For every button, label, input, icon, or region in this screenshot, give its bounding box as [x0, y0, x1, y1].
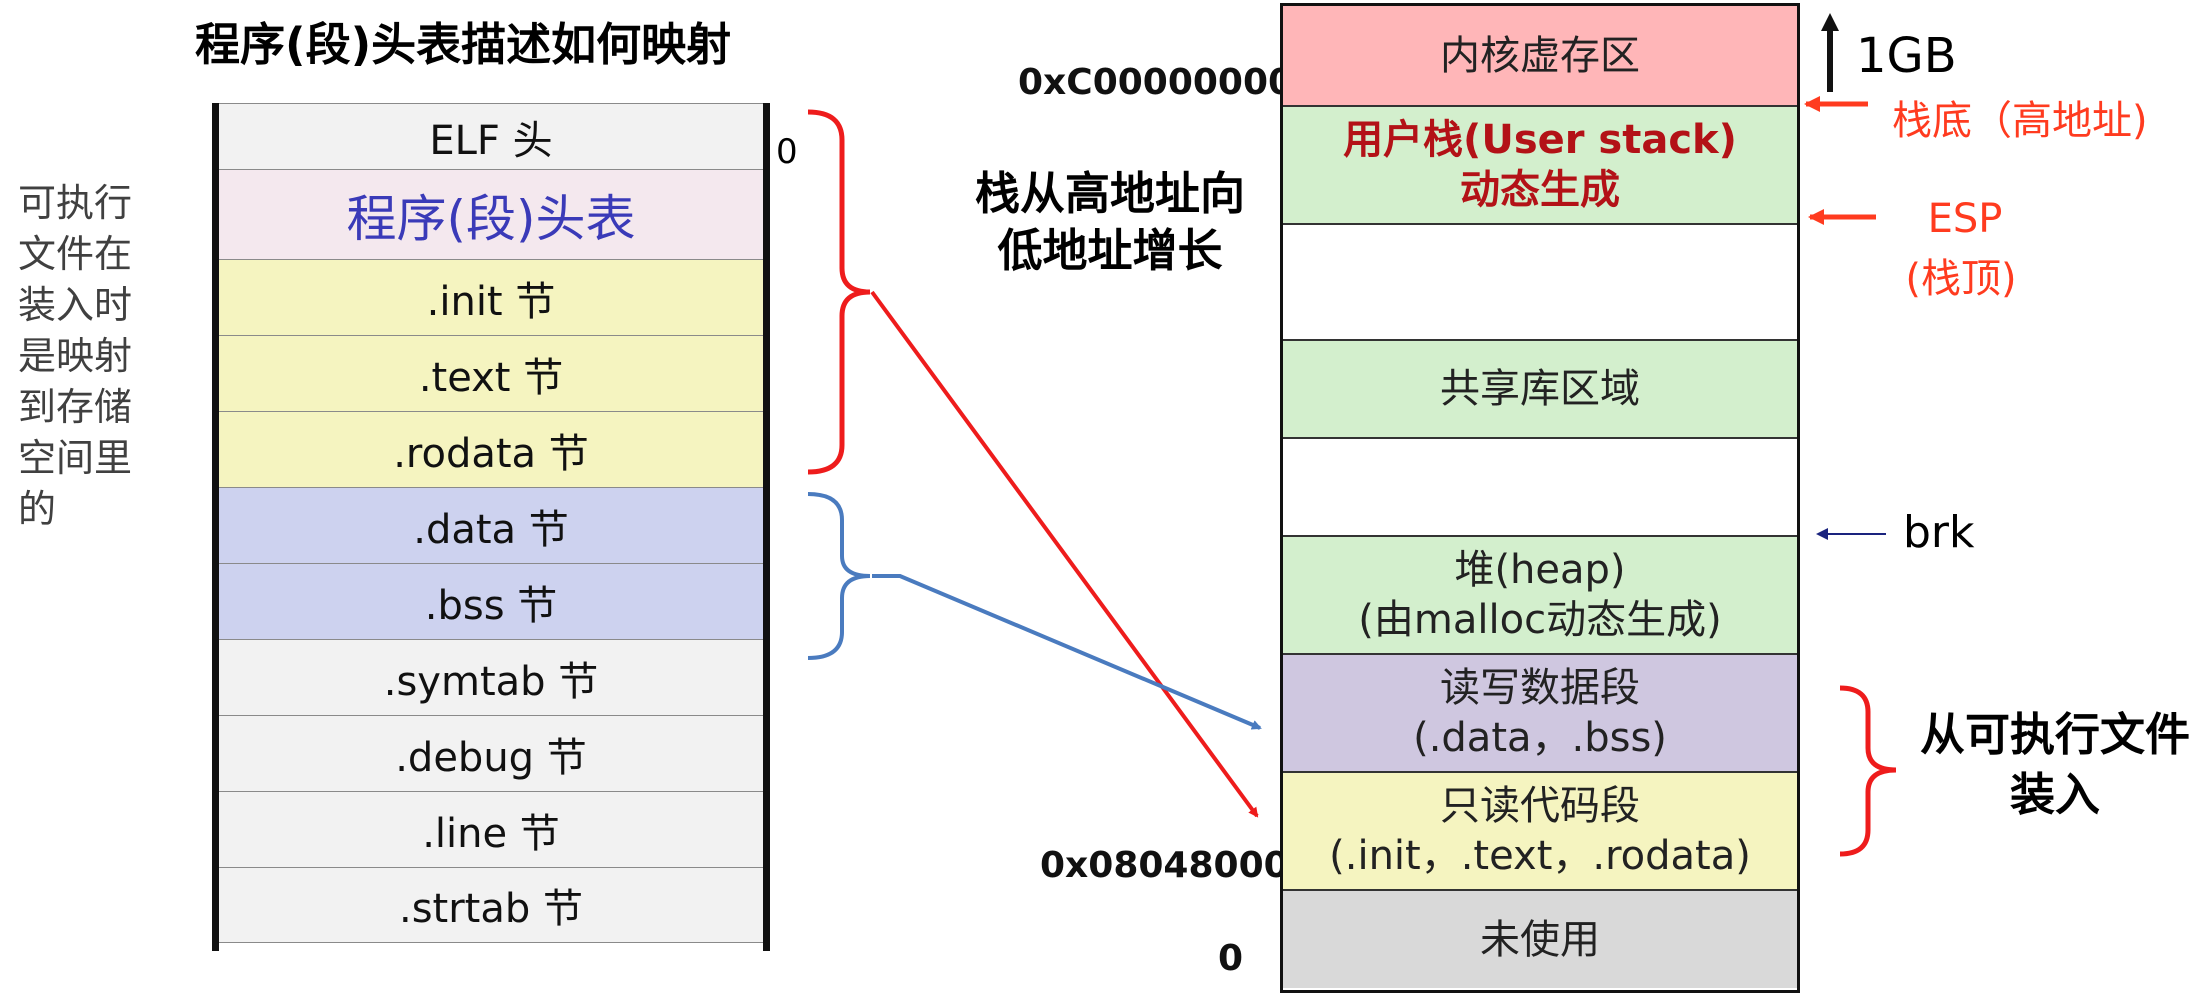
memory-region-label: 用户栈(User stack) [1343, 117, 1737, 163]
memory-region-label: 读写数据段 [1440, 665, 1640, 711]
esp-label: ESP [1927, 196, 2003, 242]
elf-offset-zero: 0 [776, 132, 798, 172]
memory-region-label: 内核虚存区 [1440, 32, 1640, 79]
elf-section-row: 程序(段)头表 [219, 169, 763, 259]
elf-section-label: .symtab 节 [383, 658, 599, 705]
user-stack-region: 用户栈(User stack) 动态生成 [1283, 105, 1797, 223]
bottom-address: 0 [1218, 938, 1244, 979]
side-note: 可执行文件在装入时是映射到存储空间里的 [18, 181, 133, 531]
elf-section-label: .bss 节 [424, 582, 558, 629]
memory-region-label: 共享库区域 [1440, 366, 1640, 412]
diagram-title: 程序(段)头表描述如何映射 [195, 18, 732, 71]
elf-section-row: .rodata 节 [219, 411, 763, 487]
memory-region-label: (.init，.text，.rodata) [1329, 833, 1751, 879]
heap-gap-region [1283, 437, 1797, 535]
elf-section-row: .text 节 [219, 335, 763, 411]
elf-section-row: ELF 头 [219, 103, 763, 169]
stack-growth-note: 栈从高地址向低地址增长 [974, 167, 1245, 277]
elf-section-row: .symtab 节 [219, 639, 763, 715]
elf-section-label: 程序(段)头表 [346, 189, 636, 248]
stack-gap-region [1283, 223, 1797, 339]
loaded-segments-brace [1839, 685, 1897, 857]
memory-region-label: (.data，.bss) [1413, 715, 1667, 761]
elf-section-label: ELF 头 [429, 117, 553, 164]
memory-region-label: (由malloc动态生成) [1358, 597, 1722, 643]
brk-label: brk [1903, 507, 1975, 558]
elf-section-label: .text 节 [418, 354, 564, 401]
ro-code-segment: 只读代码段 (.init，.text，.rodata) [1283, 771, 1797, 889]
elf-section-label: .init 节 [426, 278, 556, 325]
elf-section-label: .debug 节 [395, 734, 587, 781]
elf-section-row: .init 节 [219, 259, 763, 335]
memory-region-label: 堆(heap) [1454, 547, 1626, 593]
elf-section-row: .line 节 [219, 791, 763, 867]
shared-lib-region: 共享库区域 [1283, 339, 1797, 437]
elf-section-row: .bss 节 [219, 563, 763, 639]
kernel-vm-region: 内核虚存区 [1283, 6, 1797, 105]
elf-section-table: ELF 头程序(段)头表 .init 节 .text 节 .rodata 节 .data… [212, 103, 770, 951]
readwrite-mapping-arrow [872, 574, 1262, 730]
one-gb-label: 1GB [1856, 28, 1957, 84]
rw-data-segment: 读写数据段 (.data，.bss) [1283, 653, 1797, 771]
elf-section-label: .strtab 节 [399, 886, 583, 932]
memory-region-label: 未使用 [1480, 916, 1600, 963]
unused-region: 未使用 [1283, 889, 1797, 988]
elf-section-row: .data 节 [219, 487, 763, 563]
memory-region-label: 只读代码段 [1440, 783, 1640, 829]
elf-section-row: .debug 节 [219, 715, 763, 791]
esp-note: (栈顶) [1905, 256, 2017, 302]
readonly-brace [807, 109, 871, 475]
text-base-address: 0x08048000 [1040, 845, 1289, 886]
memory-region-label: 动态生成 [1460, 167, 1620, 213]
heap-region: 堆(heap) (由malloc动态生成) [1283, 535, 1797, 653]
elf-section-label: .rodata 节 [393, 430, 589, 477]
memory-map: 内核虚存区用户栈(User stack) 动态生成共享库区域堆(heap) (由ma… [1280, 3, 1800, 993]
readwrite-brace [807, 492, 871, 660]
elf-section-label: .data 节 [413, 506, 569, 553]
elf-section-row: .strtab 节 [219, 867, 763, 943]
elf-section-label: .line 节 [422, 810, 560, 857]
kernel-base-address: 0xC00000000 [1018, 62, 1294, 103]
readonly-mapping-arrow [870, 290, 1259, 818]
loaded-from-exe-note: 从可执行文件装入 [1919, 708, 2190, 821]
diagram-canvas: 程序(段)头表描述如何映射 可执行文件在装入时是映射到存储空间里的 0 ELF … [0, 0, 2205, 1000]
stack-bottom-label: 栈底（高地址) [1892, 98, 2148, 144]
